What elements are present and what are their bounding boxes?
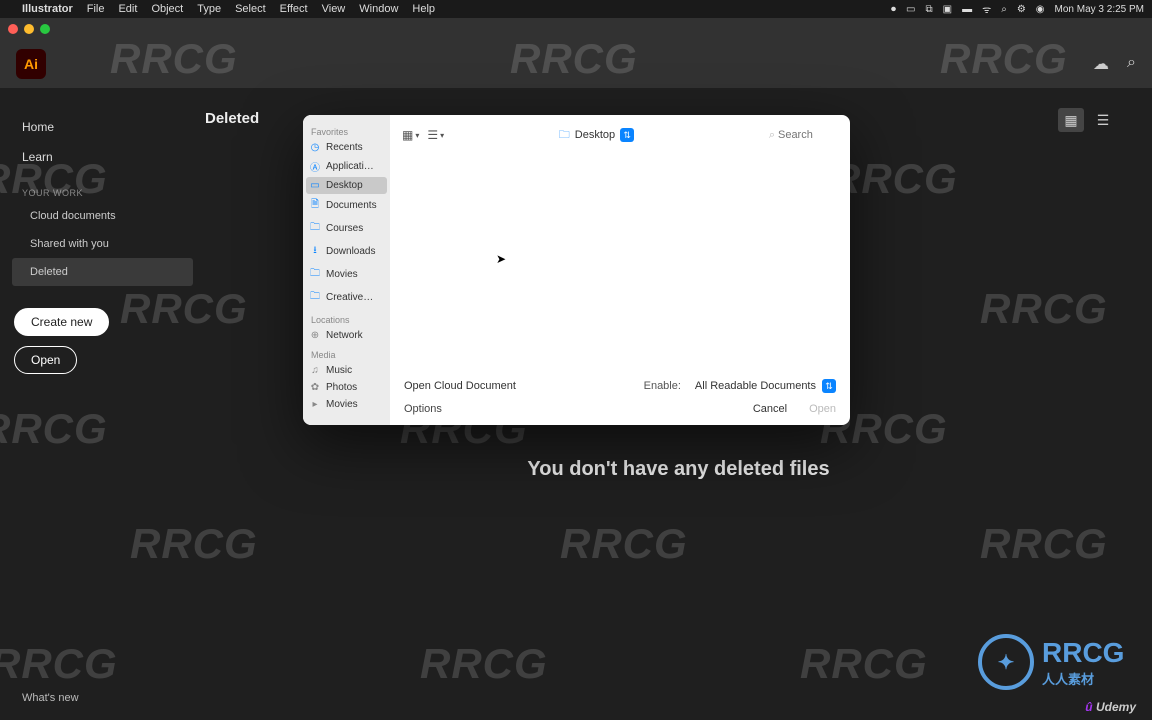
- search-input[interactable]: [778, 129, 838, 141]
- sidebar-item-recents[interactable]: ◷Recents: [303, 139, 390, 156]
- options-button[interactable]: Options: [404, 403, 442, 415]
- sidebar-item-network[interactable]: ⊕Network: [303, 327, 390, 344]
- sidebar-item-movies[interactable]: 🗀Movies: [303, 263, 390, 286]
- open-cloud-document-button[interactable]: Open Cloud Document: [404, 380, 516, 392]
- sidebar-item-courses[interactable]: 🗀Courses: [303, 217, 390, 240]
- menu-file[interactable]: File: [87, 3, 105, 15]
- nav-shared[interactable]: Shared with you: [12, 230, 193, 258]
- create-new-button[interactable]: Create new: [14, 308, 109, 336]
- menubar-clock[interactable]: Mon May 3 2:25 PM: [1055, 4, 1144, 15]
- empty-state-text: You don't have any deleted files: [527, 458, 829, 481]
- enable-select[interactable]: All Readable Documents ⇅: [695, 379, 836, 393]
- download-icon: ⭳: [309, 243, 321, 260]
- finder-main: ▦ ▾ ☰ ▾ 🗀 Desktop ⇅ ⌕ ➤ Open Cloud Docum…: [390, 115, 850, 425]
- clock-icon: ◷: [309, 142, 321, 153]
- menu-object[interactable]: Object: [151, 3, 183, 15]
- app-menu[interactable]: Illustrator: [22, 3, 73, 15]
- status-screen-icon[interactable]: ▭: [906, 4, 915, 15]
- sidebar-item-music[interactable]: ♫Music: [303, 362, 390, 379]
- chevron-updown-icon: ⇅: [822, 379, 836, 393]
- nav-learn[interactable]: Learn: [12, 142, 193, 172]
- status-mirror-icon[interactable]: ⧉: [925, 4, 932, 15]
- sidebar-item-photos[interactable]: ✿Photos: [303, 379, 390, 396]
- chevron-updown-icon: ⇅: [620, 128, 634, 142]
- menu-type[interactable]: Type: [197, 3, 221, 15]
- folder-icon: 🗀: [309, 266, 321, 283]
- sidebar-section-favorites: Favorites: [303, 121, 390, 139]
- window-titlebar: [0, 18, 1152, 40]
- finder-search[interactable]: ⌕: [769, 129, 838, 142]
- movies-icon: ▸: [309, 399, 321, 410]
- sidebar-item-creative[interactable]: 🗀Creative…: [303, 286, 390, 309]
- finder-toolbar: ▦ ▾ ☰ ▾ 🗀 Desktop ⇅ ⌕: [390, 115, 850, 155]
- fullscreen-window-icon[interactable]: [40, 24, 50, 34]
- nav-cloud-documents[interactable]: Cloud documents: [12, 202, 193, 230]
- menu-select[interactable]: Select: [235, 3, 266, 15]
- menu-effect[interactable]: Effect: [280, 3, 308, 15]
- status-search-icon[interactable]: ⌕: [1001, 4, 1007, 15]
- sidebar-section-media: Media: [303, 344, 390, 362]
- open-button[interactable]: Open: [14, 346, 77, 374]
- desktop-icon: ▭: [309, 180, 321, 191]
- sidebar-section-header: YOUR WORK: [12, 172, 193, 202]
- menu-help[interactable]: Help: [412, 3, 435, 15]
- cloud-icon[interactable]: ☁: [1093, 54, 1109, 74]
- folder-icon: 🗀: [309, 220, 321, 237]
- mouse-cursor-icon: ➤: [496, 252, 506, 266]
- nav-deleted[interactable]: Deleted: [12, 258, 193, 286]
- illustrator-logo-icon: Ai: [16, 49, 46, 79]
- globe-icon: ⊕: [309, 330, 321, 341]
- documents-icon: 🗎: [309, 197, 321, 214]
- sidebar-item-media-movies[interactable]: ▸Movies: [303, 396, 390, 413]
- app-header: Ai ☁ ⌕: [0, 40, 1152, 88]
- finder-sidebar: Favorites ◷Recents ⒶApplicati… ▭Desktop …: [303, 115, 390, 425]
- status-control-icon[interactable]: ⚙: [1017, 4, 1026, 15]
- nav-home[interactable]: Home: [12, 112, 193, 142]
- list-view-icon[interactable]: ☰: [1090, 108, 1116, 132]
- sidebar-item-downloads[interactable]: ⭳Downloads: [303, 240, 390, 263]
- list-view-button[interactable]: ☰ ▾: [427, 128, 444, 142]
- status-battery-icon[interactable]: ▬: [962, 4, 972, 15]
- grid-view-icon[interactable]: ▦: [1058, 108, 1084, 132]
- whats-new-link[interactable]: What's new: [22, 692, 79, 704]
- menu-window[interactable]: Window: [359, 3, 398, 15]
- applications-icon: Ⓐ: [309, 159, 321, 174]
- folder-icon: 🗀: [559, 126, 570, 145]
- magnifier-icon: ⌕: [769, 129, 775, 142]
- minimize-window-icon[interactable]: [24, 24, 34, 34]
- enable-label: Enable:: [644, 380, 681, 392]
- status-display-icon[interactable]: ▣: [943, 4, 952, 15]
- search-icon[interactable]: ⌕: [1127, 54, 1136, 74]
- macos-menubar: Illustrator File Edit Object Type Select…: [0, 0, 1152, 18]
- cancel-button[interactable]: Cancel: [753, 403, 787, 415]
- status-wifi-icon[interactable]: ᯤ: [982, 2, 991, 16]
- photos-icon: ✿: [309, 382, 321, 393]
- sidebar-item-desktop[interactable]: ▭Desktop: [306, 177, 387, 194]
- icon-view-button[interactable]: ▦ ▾: [402, 128, 419, 142]
- close-window-icon[interactable]: [8, 24, 18, 34]
- menu-edit[interactable]: Edit: [118, 3, 137, 15]
- sidebar-item-documents[interactable]: 🗎Documents: [303, 194, 390, 217]
- finder-file-area[interactable]: ➤: [390, 155, 850, 371]
- sidebar-section-locations: Locations: [303, 309, 390, 327]
- music-icon: ♫: [309, 365, 321, 376]
- menu-view[interactable]: View: [322, 3, 346, 15]
- home-sidebar: Home Learn YOUR WORK Cloud documents Sha…: [0, 88, 205, 720]
- sidebar-item-applications[interactable]: ⒶApplicati…: [303, 156, 390, 177]
- status-record-icon[interactable]: ⏺: [891, 4, 896, 15]
- folder-icon: 🗀: [309, 289, 321, 306]
- status-siri-icon[interactable]: ◉: [1036, 4, 1045, 15]
- open-file-dialog: Favorites ◷Recents ⒶApplicati… ▭Desktop …: [303, 115, 850, 425]
- location-dropdown[interactable]: 🗀 Desktop ⇅: [559, 126, 634, 145]
- dialog-open-button[interactable]: Open: [809, 403, 836, 415]
- udemy-logo: û Udemy: [1085, 700, 1136, 714]
